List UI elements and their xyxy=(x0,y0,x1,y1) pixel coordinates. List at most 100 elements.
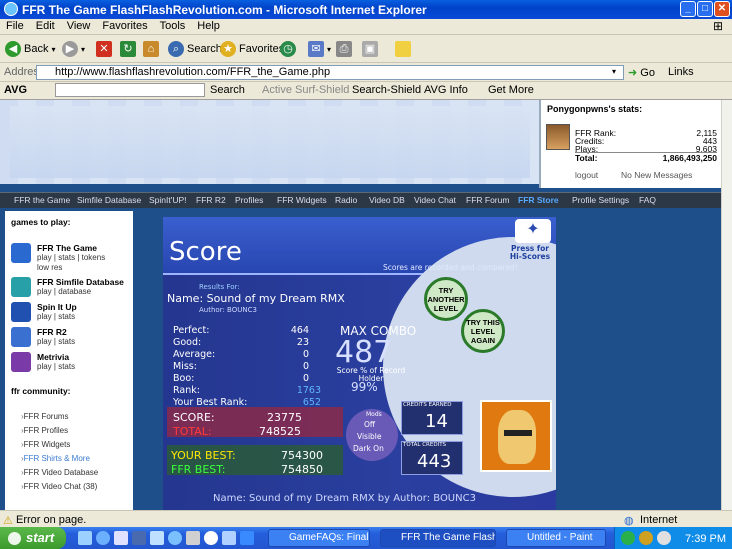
recorded-note: Scores are recorded and compared! xyxy=(383,263,518,272)
quicklaunch-icon[interactable] xyxy=(222,531,236,545)
menu-file[interactable]: File xyxy=(0,19,30,32)
avg-info-button[interactable]: AVG Info xyxy=(424,84,468,96)
mail-icon: ✉ xyxy=(308,41,324,57)
search-shield-button[interactable]: Search-Shield xyxy=(352,84,421,96)
game-title[interactable]: FFR The Game xyxy=(37,243,97,253)
community-link[interactable]: FFR Forums xyxy=(21,412,69,421)
game-title[interactable]: FFR R2 xyxy=(37,327,67,337)
forward-button[interactable]: ▶ ▾ xyxy=(62,39,85,59)
menu-view[interactable]: View xyxy=(61,19,97,32)
hiscores-icon[interactable]: ✦ xyxy=(515,219,551,243)
quicklaunch-icon[interactable] xyxy=(186,531,200,545)
quicklaunch-icon[interactable] xyxy=(96,531,110,545)
tray-icon[interactable] xyxy=(621,531,635,545)
nav-spinitup[interactable]: SpinIt'UP! xyxy=(149,195,187,205)
community-link[interactable]: FFR Video Database xyxy=(21,468,99,477)
task-gamefaqs[interactable]: GameFAQs: Final Fan... xyxy=(268,529,370,547)
nav-profiles[interactable]: Profiles xyxy=(235,195,263,205)
quicklaunch-icon[interactable] xyxy=(150,531,164,545)
quicklaunch-icon[interactable] xyxy=(240,531,254,545)
nav-ffr-forum[interactable]: FFR Forum xyxy=(466,195,509,205)
logout-link[interactable]: logout xyxy=(575,170,598,180)
community-link[interactable]: FFR Shirts & More xyxy=(21,454,90,463)
go-button[interactable]: ➜ Go xyxy=(628,66,655,79)
nav-video-db[interactable]: Video DB xyxy=(369,195,405,205)
game-links[interactable]: play | stats xyxy=(37,362,75,371)
search-icon: ⌕ xyxy=(168,41,184,57)
stop-button[interactable]: ✕ xyxy=(96,39,112,59)
start-button[interactable]: start xyxy=(0,527,66,549)
maximize-button[interactable]: □ xyxy=(697,1,713,17)
address-input[interactable]: http://www.flashflashrevolution.com/FFR_… xyxy=(36,65,624,80)
tray-icon[interactable] xyxy=(657,531,671,545)
nav-ffr-r2[interactable]: FFR R2 xyxy=(196,195,226,205)
clock[interactable]: 7:39 PM xyxy=(685,533,726,545)
active-surf-shield[interactable]: Active Surf-Shield xyxy=(262,84,349,96)
spin-icon[interactable] xyxy=(11,302,31,322)
menu-help[interactable]: Help xyxy=(191,19,226,32)
messages-link[interactable]: No New Messages xyxy=(621,170,692,180)
avg-logo: AVG xyxy=(4,84,28,96)
nav-ffr-widgets[interactable]: FFR Widgets xyxy=(277,195,327,205)
menu-favorites[interactable]: Favorites xyxy=(96,19,153,32)
history-button[interactable]: ◷ xyxy=(280,39,296,59)
get-more-button[interactable]: Get More xyxy=(488,84,534,96)
zone-text: Internet xyxy=(640,514,678,526)
quicklaunch-icon[interactable] xyxy=(168,531,182,545)
nav-simfile-database[interactable]: Simfile Database xyxy=(77,195,141,205)
minimize-button[interactable]: _ xyxy=(680,1,696,17)
warning-icon[interactable]: ⚠ xyxy=(3,514,13,527)
avg-search-input[interactable] xyxy=(55,83,205,97)
quicklaunch-icon[interactable] xyxy=(132,531,146,545)
try-another-level-button[interactable]: TRY ANOTHER LEVEL xyxy=(424,277,468,321)
nav-radio[interactable]: Radio xyxy=(335,195,357,205)
status-text[interactable]: Error on page. xyxy=(16,514,86,526)
search-button[interactable]: ⌕ Search xyxy=(168,39,222,59)
nav-profile-settings[interactable]: Profile Settings xyxy=(572,195,629,205)
favorites-button[interactable]: ★ Favorites xyxy=(220,39,284,59)
metrivia-icon[interactable] xyxy=(11,352,31,372)
ffr-game-icon[interactable] xyxy=(11,243,31,263)
game-links[interactable]: play | stats xyxy=(37,337,75,346)
tray-icon[interactable] xyxy=(639,531,653,545)
nav-ffr-the-game[interactable]: FFR the Game xyxy=(14,195,70,205)
home-button[interactable]: ⌂ xyxy=(143,39,159,59)
hiscores-button[interactable]: Press for Hi-Scores xyxy=(508,245,552,261)
community-link[interactable]: FFR Profiles xyxy=(21,426,68,435)
game-lowres-link[interactable]: low res xyxy=(37,263,62,272)
game-links[interactable]: play | stats | tokens xyxy=(37,253,105,262)
r2-icon[interactable] xyxy=(11,327,31,347)
avg-search-button[interactable]: Search xyxy=(210,84,245,96)
edit-button[interactable]: ▣ xyxy=(362,39,378,59)
task-ffr[interactable]: FFR The Game FlashF... xyxy=(380,529,496,547)
task-paint[interactable]: Untitled - Paint xyxy=(506,529,606,547)
nav-video-chat[interactable]: Video Chat xyxy=(414,195,456,205)
user-avatar xyxy=(546,124,570,150)
quicklaunch-icon[interactable] xyxy=(114,531,128,545)
game-title[interactable]: Metrivia xyxy=(37,352,69,362)
menu-edit[interactable]: Edit xyxy=(30,19,61,32)
vertical-scrollbar[interactable] xyxy=(721,100,732,510)
address-dropdown-icon[interactable]: ▾ xyxy=(612,67,616,76)
game-links[interactable]: play | stats xyxy=(37,312,75,321)
notes-button[interactable] xyxy=(395,39,411,59)
links-button[interactable]: Links xyxy=(668,66,694,78)
simfile-icon[interactable] xyxy=(11,277,31,297)
menu-tools[interactable]: Tools xyxy=(154,19,192,32)
community-link[interactable]: FFR Video Chat (38) xyxy=(21,482,98,491)
game-title[interactable]: Spin It Up xyxy=(37,302,77,312)
game-links[interactable]: play | database xyxy=(37,287,91,296)
print-button[interactable]: ⎙ xyxy=(336,39,352,59)
nav-ffr-store[interactable]: FFR Store xyxy=(518,195,559,205)
community-link[interactable]: FFR Widgets xyxy=(21,440,71,449)
mail-button[interactable]: ✉ ▾ xyxy=(308,39,331,59)
game-title[interactable]: FFR Simfile Database xyxy=(37,277,124,287)
status-bar: ⚠ Error on page. ◍ Internet xyxy=(0,510,732,527)
quicklaunch-icon[interactable] xyxy=(204,531,218,545)
close-button[interactable]: ✕ xyxy=(714,1,730,17)
refresh-button[interactable]: ↻ xyxy=(120,39,136,59)
nav-faq[interactable]: FAQ xyxy=(639,195,656,205)
back-button[interactable]: ◀ Back ▾ xyxy=(5,39,55,59)
quicklaunch-icon[interactable] xyxy=(78,531,92,545)
try-again-button[interactable]: TRY THIS LEVEL AGAIN xyxy=(461,309,505,353)
